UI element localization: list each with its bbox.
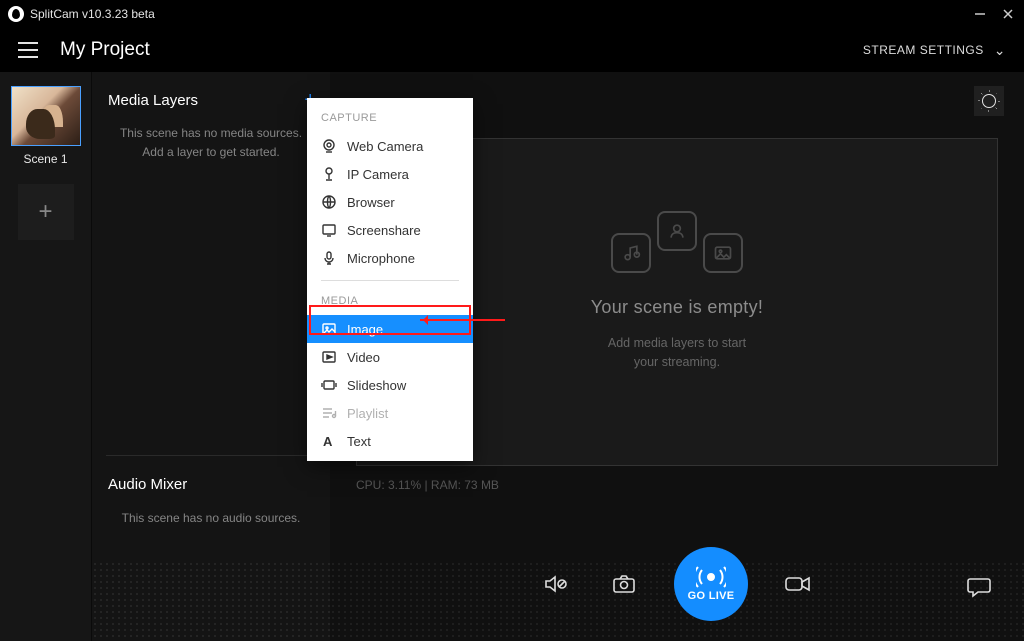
menu-item-label: Playlist: [347, 406, 388, 421]
empty-subtitle: Add media layers to start your streaming…: [608, 334, 746, 372]
go-live-button[interactable]: GO LIVE: [674, 547, 748, 621]
music-icon: [611, 233, 651, 273]
menu-section-media: MEDIA: [307, 291, 473, 315]
screen-icon: [321, 222, 337, 238]
empty-state-icons: [611, 233, 743, 273]
header: My Project STREAM SETTINGS ⌄: [0, 28, 1024, 72]
menu-item-label: Slideshow: [347, 378, 406, 393]
add-scene-button[interactable]: +: [18, 184, 74, 240]
layers-empty-text: This scene has no media sources. Add a l…: [92, 124, 330, 162]
menu-item-label: Web Camera: [347, 139, 423, 154]
slideshow-icon: [321, 377, 337, 393]
menu-item-label: Screenshare: [347, 223, 421, 238]
menu-button[interactable]: [18, 42, 38, 58]
snapshot-button[interactable]: [606, 570, 642, 598]
main: Scene 1 + Media Layers + This scene has …: [0, 72, 1024, 641]
camera-icon: [657, 211, 697, 251]
app-logo: [8, 6, 24, 22]
webcam-icon: [321, 138, 337, 154]
stream-settings-button[interactable]: STREAM SETTINGS ⌄: [863, 42, 1006, 59]
playlist-icon: [321, 405, 337, 421]
system-stats: CPU: 3.11% | RAM: 73 MB: [356, 478, 499, 492]
bottom-toolbar: GO LIVE: [330, 526, 1024, 641]
record-button[interactable]: [780, 570, 816, 598]
go-live-label: GO LIVE: [688, 590, 735, 602]
sun-icon: [982, 94, 996, 108]
menu-item-label: Image: [347, 322, 383, 337]
image-icon: [321, 321, 337, 337]
add-layer-menu: CAPTURE Web Camera IP Camera Browser Scr…: [307, 98, 473, 461]
titlebar: SplitCam v10.3.23 beta: [0, 0, 1024, 28]
svg-text:A: A: [323, 434, 333, 449]
microphone-icon: [321, 250, 337, 266]
menu-item-label: IP Camera: [347, 167, 409, 182]
empty-sub-line2: your streaming.: [634, 355, 720, 369]
menu-item-text[interactable]: A Text: [307, 427, 473, 455]
menu-item-video[interactable]: Video: [307, 343, 473, 371]
layers-panel: Media Layers + This scene has no media s…: [92, 72, 330, 641]
image-icon: [703, 233, 743, 273]
menu-divider: [321, 280, 459, 281]
menu-item-screenshare[interactable]: Screenshare: [307, 216, 473, 244]
chat-button[interactable]: [966, 575, 992, 599]
scene-thumbnail: [11, 86, 81, 146]
broadcast-icon: [696, 566, 726, 588]
empty-title: Your scene is empty!: [591, 297, 763, 318]
mixer-empty-text: This scene has no audio sources.: [92, 511, 330, 525]
brightness-button[interactable]: [974, 86, 1004, 116]
stream-settings-label: STREAM SETTINGS: [863, 43, 984, 57]
menu-item-playlist[interactable]: Playlist: [307, 399, 473, 427]
mixer-title: Audio Mixer: [92, 456, 330, 511]
menu-section-capture: CAPTURE: [307, 108, 473, 132]
minimize-button[interactable]: [972, 6, 988, 22]
scenes-panel: Scene 1 +: [0, 72, 92, 641]
menu-item-label: Text: [347, 434, 371, 449]
text-icon: A: [321, 433, 337, 449]
app-title: SplitCam v10.3.23 beta: [30, 7, 155, 21]
scene-item[interactable]: Scene 1: [11, 86, 81, 166]
menu-item-ip-camera[interactable]: IP Camera: [307, 160, 473, 188]
menu-item-label: Browser: [347, 195, 395, 210]
menu-item-label: Microphone: [347, 251, 415, 266]
menu-item-label: Video: [347, 350, 380, 365]
menu-item-slideshow[interactable]: Slideshow: [307, 371, 473, 399]
video-icon: [321, 349, 337, 365]
menu-item-microphone[interactable]: Microphone: [307, 244, 473, 272]
menu-item-browser[interactable]: Browser: [307, 188, 473, 216]
mute-button[interactable]: [538, 570, 574, 598]
project-title: My Project: [60, 39, 150, 61]
ip-camera-icon: [321, 166, 337, 182]
empty-sub-line1: Add media layers to start: [608, 336, 746, 350]
close-button[interactable]: [1000, 6, 1016, 22]
layers-title: Media Layers: [108, 92, 198, 109]
menu-item-web-camera[interactable]: Web Camera: [307, 132, 473, 160]
chevron-down-icon: ⌄: [994, 42, 1006, 59]
decorative-dots: [92, 561, 330, 641]
scene-label: Scene 1: [23, 152, 67, 166]
menu-item-image[interactable]: Image: [307, 315, 473, 343]
globe-icon: [321, 194, 337, 210]
